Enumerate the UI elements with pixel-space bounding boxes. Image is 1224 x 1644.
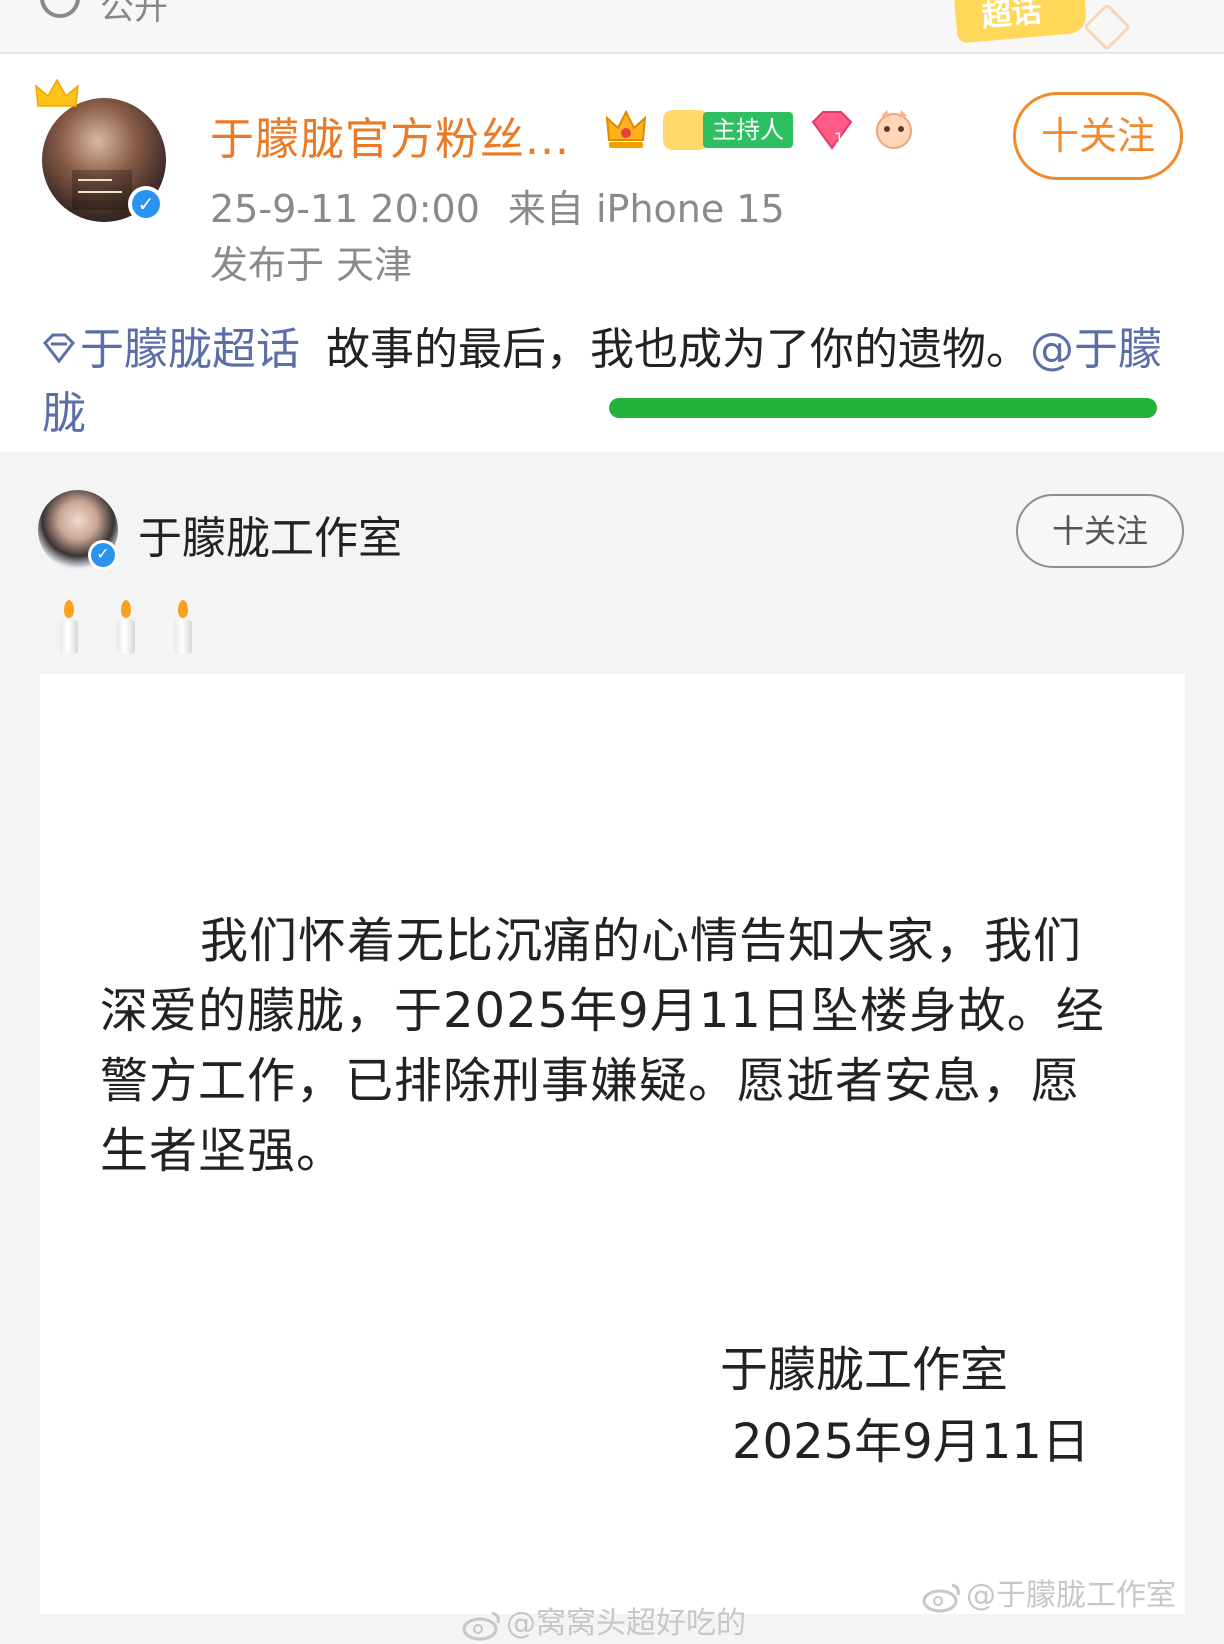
top-strip: 公开 超话	[0, 0, 1224, 54]
candle-icon	[58, 600, 80, 656]
post-text: 于朦胧超话 故事的最后，我也成为了你的遗物。@于朦胧	[42, 318, 1192, 446]
chaohua-tag-label: 超话	[980, 0, 1044, 35]
watermark-user: @窝窝头超好吃的	[462, 1598, 746, 1642]
topic-link[interactable]: 于朦胧超话	[42, 324, 300, 375]
pet-icon[interactable]	[871, 106, 917, 152]
post-meta: 25-9-11 20:00 来自 iPhone 15	[210, 178, 785, 233]
studio-verified-icon: ✓	[88, 540, 118, 570]
weibo-logo-icon	[922, 1583, 960, 1612]
diamond-deco-icon	[1082, 2, 1132, 52]
verified-icon: ✓	[128, 186, 164, 222]
watermark-studio: @于朦胧工作室	[922, 1570, 1176, 1614]
post-body: 故事的最后，我也成为了你的遗物。	[326, 324, 1030, 375]
notice-date: 2025年9月11日	[732, 1414, 1090, 1470]
notice-body: 我们怀着无比沉痛的心情告知大家，我们深爱的朦胧，于2025年9月11日坠楼身故。…	[100, 913, 1105, 1179]
chaohua-tag[interactable]: 超话	[952, 0, 1088, 44]
level-diamond-icon[interactable]: 15	[809, 108, 855, 152]
watermark-user-label: @窝窝头超好吃的	[506, 1606, 746, 1641]
studio-name[interactable]: 于朦胧工作室	[138, 502, 402, 566]
highlight-underline	[609, 398, 1157, 418]
studio-follow-button[interactable]: 十关注	[1016, 494, 1184, 568]
topic-label: 于朦胧超话	[80, 324, 300, 375]
avatar-poster-art	[72, 170, 132, 214]
watermark-studio-label: @于朦胧工作室	[966, 1578, 1176, 1613]
topic-diamond-icon	[43, 333, 75, 364]
level-number: 15	[834, 129, 854, 148]
post-source: 来自 iPhone 15	[507, 187, 785, 231]
author-name[interactable]: 于朦胧官方粉丝...	[210, 103, 570, 167]
visibility-label: 公开	[100, 0, 168, 28]
post-location: 发布于 天津	[210, 243, 413, 287]
candle-icon	[172, 600, 194, 656]
candle-icon	[115, 600, 137, 656]
crown-icon	[35, 78, 79, 107]
post-datetime: 25-9-11 20:00	[210, 187, 480, 231]
public-icon	[40, 0, 80, 18]
host-badge-label: 主持人	[703, 112, 793, 148]
crown-badge-icon[interactable]	[603, 106, 649, 152]
weibo-logo-icon	[462, 1611, 500, 1640]
notice-signature: 于朦胧工作室	[720, 1342, 1009, 1398]
host-badge[interactable]: 主持人	[663, 110, 793, 150]
follow-button[interactable]: 十关注	[1013, 92, 1183, 180]
